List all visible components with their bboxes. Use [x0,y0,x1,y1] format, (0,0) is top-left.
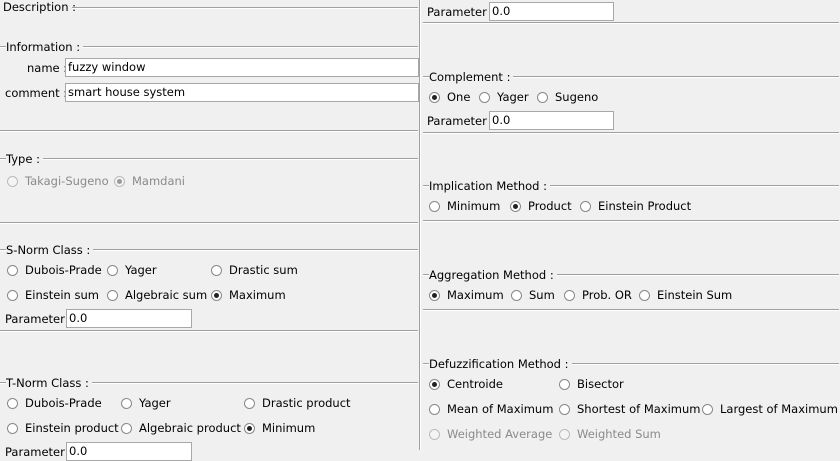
tnorm-einstein-product-label: Einstein product [25,421,119,435]
complement-bottom-border [423,132,839,134]
snorm-einstein-sum-radio[interactable] [7,290,18,301]
implication-legend: Implication Method : [429,179,550,193]
implication-einstein-product-label: Einstein Product [598,199,692,213]
comment-field[interactable]: smart house system [65,83,419,102]
aggregation-einstein-sum-radio[interactable] [639,290,650,301]
information-bottom-border [0,130,418,132]
name-field[interactable]: fuzzy window [65,58,419,77]
snorm-drastic-sum-radio[interactable] [211,265,222,276]
snorm-drastic-sum-label: Drastic sum [229,263,298,277]
complement-parameter-label: Parameter : [427,114,498,128]
column-divider [419,0,421,450]
implication-minimum-label: Minimum [447,199,501,213]
top-parameter-label: Parameter : [427,5,498,19]
tnorm-minimum-radio[interactable] [244,423,255,434]
aggregation-maximum-label: Maximum [447,288,504,302]
defuzz-largest-of-maximum-label: Largest of Maximum [720,402,838,416]
defuzz-largest-of-maximum-radio[interactable] [702,404,713,415]
comment-label: comment : [5,86,71,100]
implication-bottom-border [423,220,839,222]
aggregation-legend: Aggregation Method : [429,268,557,282]
defuzz-weighted-average-radio [429,429,440,440]
type-bottom-border [0,222,418,224]
tnorm-drastic-product-label: Drastic product [262,396,351,410]
type-mamdani-label: Mamdani [132,174,186,188]
tnorm-algebraic-product-radio[interactable] [121,423,132,434]
complement-parameter-field[interactable]: 0.0 [489,111,614,130]
snorm-dubois-prade-radio[interactable] [7,265,18,276]
defuzz-mean-of-maximum-radio[interactable] [429,404,440,415]
tnorm-minimum-label: Minimum [262,421,316,435]
implication-einstein-product-radio[interactable] [580,201,591,212]
implication-product-label: Product [528,199,572,213]
description-separator [72,7,418,9]
defuzz-weighted-average-label: Weighted Average [447,427,553,441]
defuzz-weighted-sum-radio [559,429,570,440]
aggregation-prob-or-label: Prob. OR [582,288,632,302]
tnorm-parameter-field[interactable]: 0.0 [66,442,192,461]
tnorm-legend: T-Norm Class : [6,376,92,390]
defuzz-weighted-sum-label: Weighted Sum [577,427,661,441]
implication-minimum-radio[interactable] [429,201,440,212]
top-group-bottom-border [423,22,839,24]
description-label: Description : [3,0,80,14]
complement-one-label: One [447,90,471,104]
snorm-parameter-field[interactable]: 0.0 [66,309,192,328]
type-takagi-sugeno-label: Takagi-Sugeno [25,174,109,188]
complement-yager-label: Yager [497,90,529,104]
defuzz-bisector-label: Bisector [577,377,624,391]
aggregation-bottom-border [423,309,839,311]
aggregation-sum-radio[interactable] [511,290,522,301]
snorm-parameter-label: Parameter : [5,312,76,326]
tnorm-dubois-prade-radio[interactable] [7,398,18,409]
defuzz-mean-of-maximum-label: Mean of Maximum [447,402,554,416]
tnorm-algebraic-product-label: Algebraic product [139,421,241,435]
information-legend: Information : [6,40,84,54]
type-mamdani-radio [114,176,125,187]
complement-legend: Complement : [429,70,514,84]
tnorm-einstein-product-radio[interactable] [7,423,18,434]
snorm-algebraic-sum-label: Algebraic sum [125,288,208,302]
type-border [0,158,418,160]
snorm-einstein-sum-label: Einstein sum [25,288,99,302]
complement-sugeno-label: Sugeno [555,90,599,104]
type-takagi-sugeno-radio [7,176,18,187]
defuzz-shortest-of-maximum-radio[interactable] [559,404,570,415]
defuzz-centroide-label: Centroide [447,377,503,391]
tnorm-yager-label: Yager [139,396,171,410]
snorm-yager-radio[interactable] [107,265,118,276]
snorm-dubois-prade-label: Dubois-Prade [25,263,102,277]
tnorm-yager-radio[interactable] [121,398,132,409]
tnorm-dubois-prade-label: Dubois-Prade [25,396,102,410]
tnorm-parameter-label: Parameter : [5,445,76,459]
complement-one-radio[interactable] [429,92,440,103]
defuzz-centroide-radio[interactable] [429,379,440,390]
snorm-yager-label: Yager [125,263,157,277]
snorm-algebraic-sum-radio[interactable] [107,290,118,301]
defuzz-bisector-radio[interactable] [559,379,570,390]
snorm-legend: S-Norm Class : [6,243,94,257]
aggregation-einstein-sum-label: Einstein Sum [657,288,733,302]
defuzz-shortest-of-maximum-label: Shortest of Maximum [577,402,701,416]
complement-sugeno-radio[interactable] [537,92,548,103]
top-parameter-field[interactable]: 0.0 [489,2,614,21]
aggregation-sum-label: Sum [529,288,555,302]
implication-product-radio[interactable] [510,201,521,212]
complement-yager-radio[interactable] [479,92,490,103]
aggregation-prob-or-radio[interactable] [564,290,575,301]
tnorm-drastic-product-radio[interactable] [244,398,255,409]
aggregation-maximum-radio[interactable] [429,290,440,301]
type-legend: Type : [6,152,43,166]
snorm-bottom-border [0,330,418,332]
snorm-maximum-label: Maximum [229,288,286,302]
name-label: name : [27,61,71,75]
defuzzification-legend: Defuzzification Method : [429,357,572,371]
snorm-maximum-radio[interactable] [211,290,222,301]
